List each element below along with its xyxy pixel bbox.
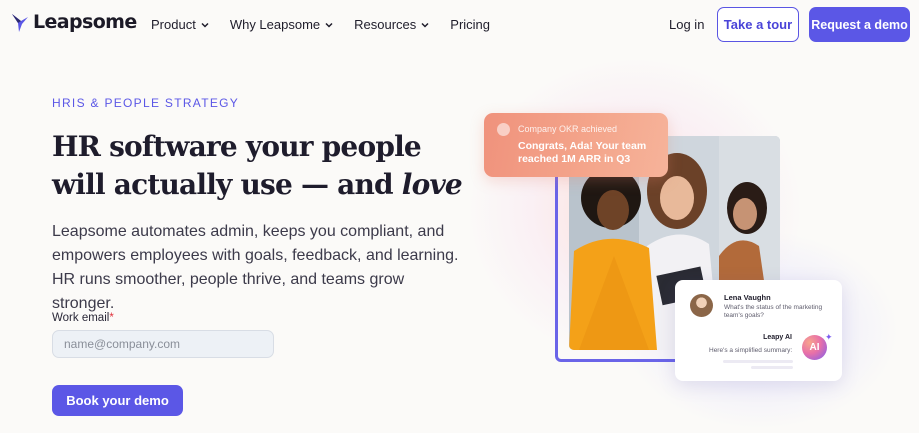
top-navigation: Leapsome Product Why Leapsome Resources … — [0, 0, 919, 48]
take-a-tour-button[interactable]: Take a tour — [717, 7, 799, 42]
toast-message: Congrats, Ada! Your team reached 1M ARR … — [518, 140, 647, 165]
nav-pricing[interactable]: Pricing — [450, 17, 490, 32]
nav-why-leapsome-label: Why Leapsome — [229, 17, 321, 32]
assistant-message: Here's a simplified summary: — [709, 347, 793, 354]
headline-emphasis: love — [401, 168, 463, 201]
nav-product-label: Product — [151, 17, 196, 32]
logo-text: Leapsome — [33, 11, 137, 33]
hero-subtext: Leapsome automates admin, keeps you comp… — [52, 223, 459, 312]
work-email-label-text: Work email — [52, 312, 110, 324]
nav-links: Product Why Leapsome Resources Pricing — [151, 17, 490, 32]
nav-resources-label: Resources — [354, 17, 417, 32]
required-marker: * — [109, 312, 114, 324]
chat-user-question: What's the status of the marketing team'… — [724, 304, 823, 319]
leapsome-bird-icon — [12, 14, 28, 32]
okr-notification-card: Company OKR achieved Congrats, Ada! Your… — [484, 113, 668, 177]
work-email-placeholder: name@company.com — [64, 337, 181, 351]
nav-pricing-label: Pricing — [450, 17, 491, 32]
work-email-label: Work email* — [52, 312, 114, 324]
placeholder-line — [751, 366, 793, 369]
ai-chat-card: Lena Vaughn What's the status of the mar… — [675, 280, 842, 381]
nav-product[interactable]: Product — [151, 17, 209, 32]
chevron-down-icon — [421, 22, 429, 28]
sparkle-icon: ✦ — [825, 332, 833, 342]
leapsome-logo[interactable]: Leapsome — [10, 11, 137, 33]
nav-why-leapsome[interactable]: Why Leapsome — [230, 17, 333, 32]
chevron-down-icon — [201, 22, 209, 28]
chevron-down-icon — [325, 22, 333, 28]
book-your-demo-button[interactable]: Book your demo — [52, 385, 183, 416]
hero-eyebrow: HRIS & PEOPLE STRATEGY — [52, 96, 240, 110]
toast-title: Company OKR achieved — [518, 124, 618, 134]
placeholder-line — [723, 360, 793, 363]
login-link[interactable]: Log in — [669, 17, 704, 32]
request-demo-button[interactable]: Request a demo — [809, 7, 910, 42]
nav-resources[interactable]: Resources — [354, 17, 429, 32]
headline-line-1: HR software your people — [52, 130, 422, 163]
trophy-icon — [497, 123, 510, 136]
assistant-name: Leapy AI — [763, 334, 792, 341]
avatar — [690, 294, 713, 317]
work-email-input[interactable]: name@company.com — [52, 330, 274, 358]
hero-headline: HR software your people will actually us… — [52, 128, 463, 204]
ai-badge: AI — [802, 335, 827, 360]
chat-user-name: Lena Vaughn — [724, 293, 771, 302]
headline-line-2: will actually use — and — [52, 168, 402, 201]
